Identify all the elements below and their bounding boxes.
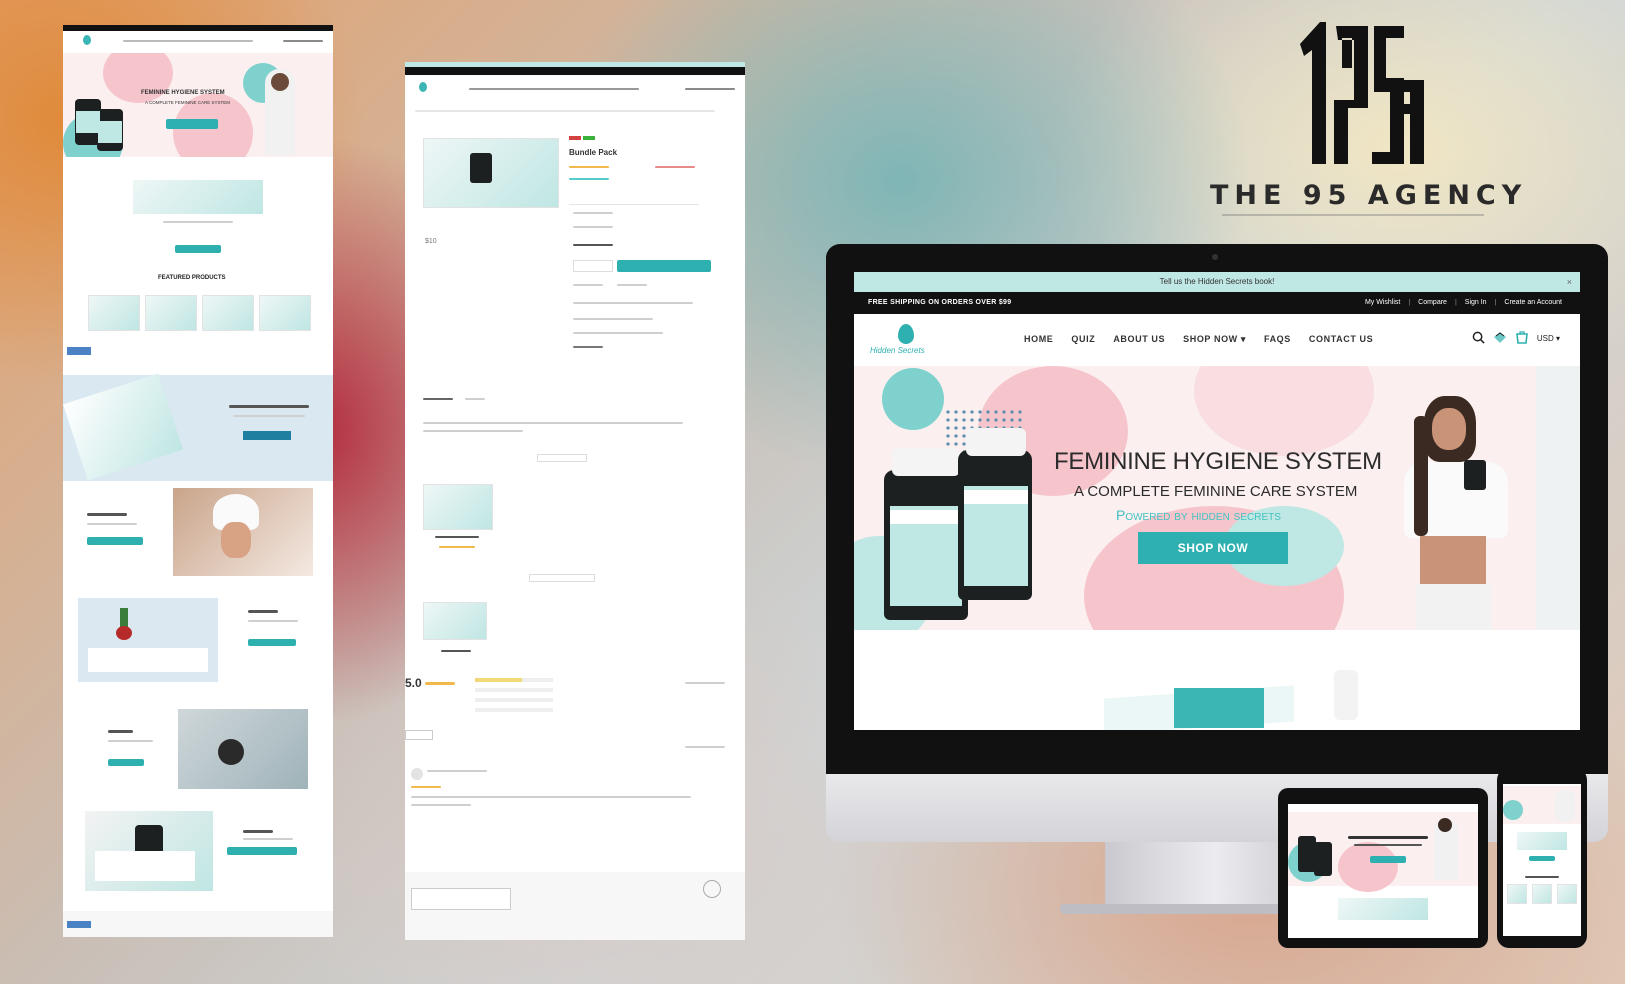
nav-contact[interactable]: CONTACT US [1309,334,1373,345]
homepage-featured-heading: FEATURED PRODUCTS [158,275,226,281]
tablet-device [1278,788,1488,948]
featured-product-card[interactable] [145,295,197,331]
nav-menu: HOME QUIZ ABOUT US SHOP NOW ▾ FAQS CONTA… [1024,334,1373,345]
agency-logo-mark [1290,20,1430,170]
nav-home[interactable]: HOME [1024,334,1053,345]
product-page-logo [419,82,427,92]
homepage-hero: FEMININE HYGIENE SYSTEM A COMPLETE FEMIN… [63,53,333,157]
homepage-bundle-image [133,180,263,214]
homepage-screenshot: FEMININE HYGIENE SYSTEM A COMPLETE FEMIN… [63,25,333,937]
nav-shop[interactable]: SHOP NOW ▾ [1183,334,1246,345]
announcement-text[interactable]: Tell us the Hidden Secrets book! [1160,277,1275,286]
homepage-plant-photo [78,598,218,682]
homepage-promo-band [63,373,333,481]
drop-icon [898,324,914,344]
featured-product-card[interactable] [259,295,311,331]
phone-device [1497,768,1587,948]
tablet-screen [1288,798,1478,938]
agency-underline [1222,214,1484,216]
sign-in-link[interactable]: Sign In [1465,292,1487,314]
product-tab-button[interactable] [537,454,587,462]
announcement-bar[interactable]: Tell us the Hidden Secrets book! × [854,272,1580,292]
homepage-products-photo [85,811,213,891]
currency-selector[interactable]: USD ▾ [1537,334,1560,343]
nav-about[interactable]: ABOUT US [1113,334,1165,345]
homepage-logo [83,35,91,45]
wishlist-link[interactable]: My Wishlist [1365,292,1400,314]
nav-icons: USD ▾ [1472,330,1560,347]
shipping-notice: FREE SHIPPING ON ORDERS OVER $99 [868,299,1012,306]
homepage-hero-title: FEMININE HYGIENE SYSTEM [141,90,225,96]
homepage-chat-badge[interactable] [67,347,91,355]
review-rating: 5.0 [405,676,422,690]
product-title: Bundle Pack [569,148,618,157]
homepage-hands-photo [178,709,308,789]
hero-subtitle: A COMPLETE FEMININE CARE SYSTEM [1074,483,1358,500]
phone-screen [1503,780,1581,936]
avatar [411,768,423,780]
hero-tagline: Powered by hidden secrets [1116,507,1281,523]
monitor-chin [826,774,1608,842]
related-product-image[interactable] [423,484,493,530]
reviews-tab[interactable] [405,730,433,740]
homepage-navbar [63,31,333,53]
add-to-cart-button[interactable] [617,260,711,272]
webcam-icon [1212,254,1218,260]
homepage-hero-shop-button[interactable] [166,119,218,129]
nav-quiz[interactable]: QUIZ [1071,334,1095,345]
product-page-footer [405,872,745,940]
top-bar: FREE SHIPPING ON ORDERS OVER $99 My Wish… [854,292,1580,314]
below-hero-section [854,630,1580,730]
shop-now-button[interactable]: SHOP NOW [1138,532,1288,564]
homepage-towel-photo [173,488,313,576]
homepage-footer [63,911,333,937]
hero-banner: FEMININE HYGIENE SYSTEM A COMPLETE FEMIN… [854,366,1580,630]
hero-model-photo [1394,396,1514,630]
cart-icon[interactable] [1515,330,1529,347]
nav-faqs[interactable]: FAQS [1264,334,1291,345]
product-main-image[interactable] [423,138,559,208]
desktop-monitor: Tell us the Hidden Secrets book! × FREE … [826,244,1608,774]
desktop-screen: Tell us the Hidden Secrets book! × FREE … [854,272,1580,730]
quantity-stepper[interactable] [573,260,613,272]
homepage-bundle-button[interactable] [175,245,221,253]
wishlist-icon[interactable] [1493,331,1507,347]
product-page-screenshot: $10 Bundle Pack 5.0 [405,62,745,940]
agency-name: THE 95 AGENCY [1210,180,1528,211]
account-links: My Wishlist | Compare | Sign In | Create… [1365,292,1562,314]
load-more-button[interactable] [529,574,595,582]
product-page-topbar [405,67,745,75]
main-navbar: Hidden Secrets HOME QUIZ ABOUT US SHOP N… [854,314,1580,366]
product-sku: $10 [425,238,437,245]
hero-title: FEMININE HYGIENE SYSTEM [1054,448,1382,475]
featured-product-card[interactable] [202,295,254,331]
compare-link[interactable]: Compare [1418,292,1447,314]
bundle-thumbnail[interactable] [423,602,487,640]
site-logo[interactable]: Hidden Secrets [870,324,942,358]
create-account-link[interactable]: Create an Account [1504,292,1562,314]
logo-text: Hidden Secrets [870,346,925,355]
homepage-hero-subtitle: A COMPLETE FEMININE CARE SYSTEM [145,100,231,105]
close-icon[interactable]: × [1567,272,1572,292]
featured-product-card[interactable] [88,295,140,331]
search-icon[interactable] [1472,331,1485,347]
